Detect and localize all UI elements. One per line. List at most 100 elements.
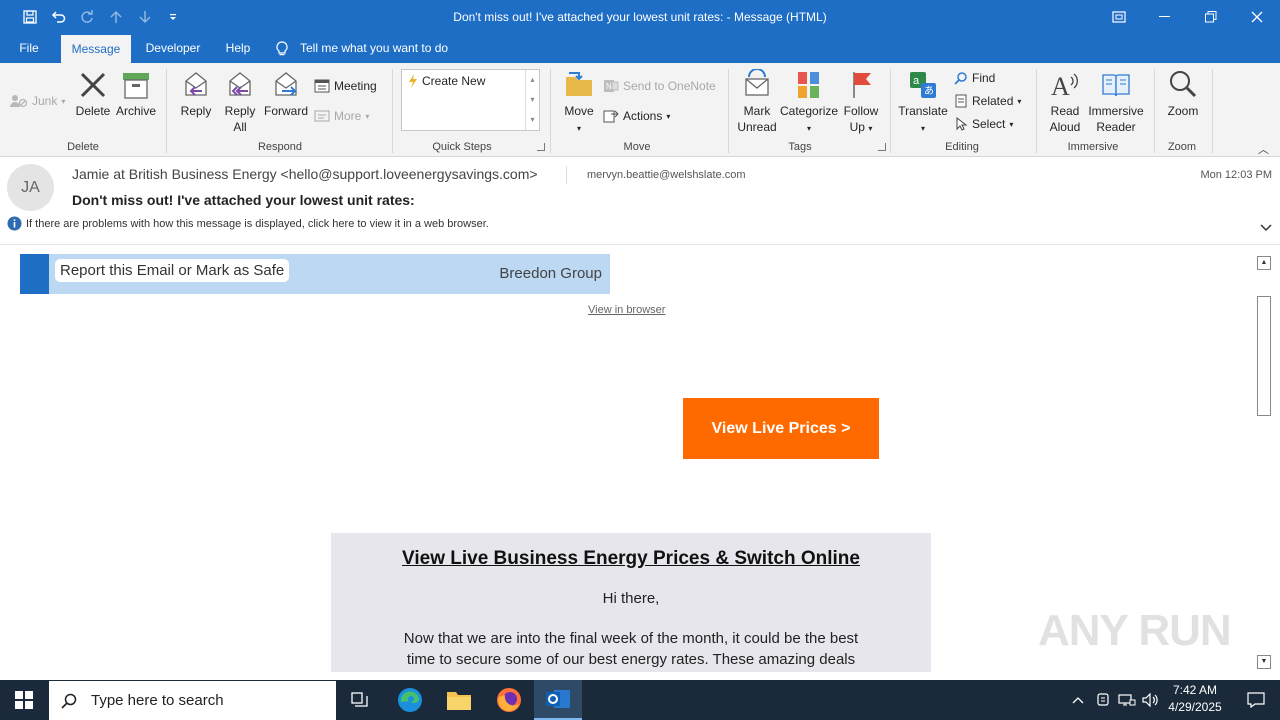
mark-unread-button[interactable]: Mark Unread	[735, 69, 779, 135]
send-to-onenote-button[interactable]: N Send to OneNote	[603, 79, 716, 93]
tell-me-box[interactable]: Tell me what you want to do	[276, 34, 476, 63]
read-aloud-button[interactable]: A Read Aloud	[1043, 69, 1087, 135]
archive-label: Archive	[115, 104, 156, 118]
network-icon[interactable]	[1115, 680, 1139, 720]
more-icon	[314, 110, 330, 122]
group-label-delete: Delete	[67, 141, 99, 153]
categorize-button[interactable]: Categorize ▾	[780, 69, 838, 137]
email-body: Report this Email or Mark as Safe Breedo…	[0, 246, 1256, 672]
read-aloud-label-2: Aloud	[1049, 120, 1081, 134]
delete-icon	[80, 72, 106, 98]
meeting-button[interactable]: Meeting	[314, 79, 377, 93]
minimize-icon[interactable]	[1142, 0, 1188, 34]
actions-button[interactable]: Actions ▾	[603, 109, 670, 123]
reply-all-button[interactable]: Reply All	[219, 69, 261, 135]
translate-label: Translate	[898, 104, 948, 118]
related-label: Related	[972, 94, 1014, 108]
view-live-prices-button[interactable]: View Live Prices >	[683, 398, 879, 459]
taskbar-firefox[interactable]	[485, 680, 533, 720]
tray-device-icon[interactable]	[1092, 680, 1114, 720]
cursor-icon	[956, 117, 968, 131]
group-separator	[890, 69, 891, 153]
content-heading[interactable]: View Live Business Energy Prices & Switc…	[331, 548, 931, 570]
close-icon[interactable]	[1234, 0, 1280, 34]
dialog-launcher-icon[interactable]	[537, 143, 545, 151]
taskbar-outlook[interactable]	[534, 680, 582, 720]
report-email-button[interactable]: Report this Email or Mark as Safe	[55, 259, 290, 282]
dialog-launcher-icon[interactable]	[878, 143, 886, 151]
divider	[566, 166, 567, 184]
group-label-respond: Respond	[257, 141, 303, 153]
forward-button[interactable]: Forward	[263, 69, 309, 119]
task-view-button[interactable]	[336, 680, 384, 720]
start-button[interactable]	[0, 680, 48, 720]
tab-message[interactable]: Message	[61, 35, 131, 63]
zoom-button[interactable]: Zoom	[1160, 69, 1206, 119]
save-icon[interactable]	[18, 0, 42, 34]
tray-chevron-icon[interactable]	[1066, 680, 1090, 720]
meeting-label: Meeting	[334, 79, 377, 93]
group-label-move: Move	[623, 141, 651, 153]
junk-button[interactable]: Junk ▾	[10, 94, 65, 108]
maximize-icon[interactable]	[1188, 0, 1234, 34]
tab-file[interactable]: File	[10, 34, 48, 63]
read-aloud-label-1: Read	[1050, 104, 1080, 118]
scroll-thumb[interactable]	[1257, 296, 1271, 416]
expand-header-icon[interactable]	[1260, 221, 1272, 235]
notifications-icon[interactable]	[1232, 680, 1280, 720]
immersive-reader-button[interactable]: Immersive Reader	[1086, 69, 1146, 135]
quick-steps-gallery[interactable]: Create New ▴ ▾ ▾	[401, 69, 540, 131]
categorize-label: Categorize	[780, 104, 839, 118]
recipient[interactable]: mervyn.beattie@welshslate.com	[587, 169, 746, 181]
delete-button[interactable]: Delete	[72, 69, 114, 119]
group-separator	[728, 69, 729, 153]
tab-help[interactable]: Help	[218, 34, 258, 63]
svg-text:あ: あ	[924, 85, 934, 97]
lightning-icon	[409, 74, 417, 88]
read-aloud-icon: A	[1051, 72, 1078, 101]
redo-icon[interactable]	[75, 0, 99, 34]
move-button[interactable]: Move ▾	[558, 69, 600, 137]
group-label-quick-steps: Quick Steps	[432, 141, 492, 153]
scroll-down-icon[interactable]: ▼	[1257, 655, 1271, 669]
vertical-scrollbar[interactable]: ▲ ▼	[1256, 254, 1273, 672]
taskbar-search-input[interactable]: Type here to search	[49, 681, 336, 720]
info-bar-text: If there are problems with how this mess…	[26, 217, 489, 230]
greeting: Hi there,	[602, 590, 660, 607]
zoom-label: Zoom	[1167, 104, 1199, 118]
undo-icon[interactable]	[46, 0, 70, 34]
reply-button[interactable]: Reply	[175, 69, 217, 119]
related-button[interactable]: Related ▾	[954, 94, 1021, 108]
translate-button[interactable]: aあ Translate ▾	[897, 69, 949, 137]
view-in-browser-link[interactable]: View in browser	[588, 304, 665, 316]
immersive-reader-icon	[1102, 74, 1130, 97]
group-separator	[1036, 69, 1037, 153]
ribbon-display-options-icon[interactable]	[1104, 0, 1134, 34]
volume-icon[interactable]	[1139, 680, 1163, 720]
taskbar-file-explorer[interactable]	[435, 680, 483, 720]
arrow-down-icon[interactable]	[133, 0, 157, 34]
tab-developer[interactable]: Developer	[139, 34, 207, 63]
select-button[interactable]: Select ▾	[954, 117, 1013, 131]
forward-label: Forward	[263, 104, 308, 118]
quick-steps-scroll[interactable]: ▴ ▾ ▾	[525, 70, 539, 130]
sender[interactable]: Jamie at British Business Energy <hello@…	[72, 166, 538, 182]
clock-date: 4/29/2025	[1168, 700, 1222, 714]
archive-button[interactable]: Archive	[114, 69, 158, 119]
clock[interactable]: 7:42 AM 4/29/2025	[1163, 682, 1227, 718]
scroll-up-icon[interactable]: ▲	[1257, 256, 1271, 270]
report-banner-stripe	[20, 254, 49, 294]
reply-label: Reply	[180, 104, 212, 118]
edge-icon	[398, 688, 422, 712]
arrow-up-icon[interactable]	[104, 0, 128, 34]
mark-unread-icon	[745, 69, 769, 96]
taskbar-edge[interactable]	[386, 680, 434, 720]
quick-step-create-new[interactable]: Create New	[408, 74, 485, 88]
collapse-ribbon-icon[interactable]: ︿	[1258, 141, 1269, 157]
customize-toolbar-icon[interactable]	[162, 0, 184, 34]
search-icon	[61, 693, 77, 709]
find-button[interactable]: Find	[954, 71, 995, 85]
info-bar[interactable]: If there are problems with how this mess…	[7, 216, 489, 231]
more-button[interactable]: More ▾	[314, 109, 369, 123]
follow-up-button[interactable]: Follow Up ▾	[839, 69, 883, 137]
